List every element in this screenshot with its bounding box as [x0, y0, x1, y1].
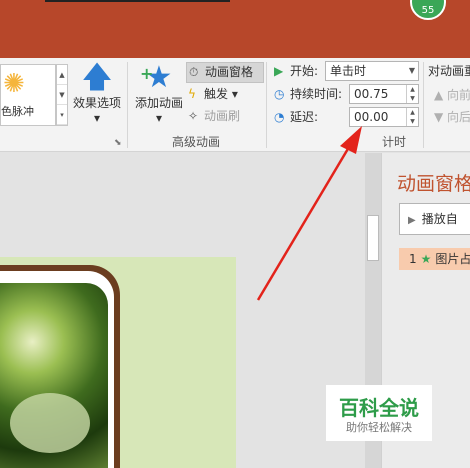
add-animation-button[interactable]: + ★ 添加动画 ▾	[132, 62, 186, 126]
ribbon: ✺ 色脉冲 ▲ ▼ ▾ 🡅 效果选项 ▾ + ★ 添加动画 ▾ ⏱ 动画窗格 ϟ触…	[0, 58, 470, 152]
picture-mat	[0, 271, 114, 468]
gallery-more-button[interactable]: ▾	[57, 105, 67, 125]
animation-name: 图片占	[435, 252, 470, 266]
slide-editor	[0, 153, 365, 468]
delay-row: ◔ 延迟:	[274, 108, 318, 128]
title-underline	[45, 0, 230, 2]
divider	[423, 62, 424, 148]
duration-row: ◷ 持续时间:	[274, 85, 342, 105]
clock-star-icon: ⏱	[189, 65, 199, 79]
start-value: 单击时	[330, 64, 367, 78]
animation-gallery[interactable]: ✺ 色脉冲	[0, 64, 56, 126]
animation-list-item[interactable]: 1 ★ 图片占	[399, 248, 470, 270]
chevron-down-icon: ▾	[93, 111, 101, 125]
effect-options-label: 效果选项	[72, 96, 121, 110]
group-label-advanced: 高级动画	[172, 135, 221, 149]
move-earlier-button[interactable]: ▲ 向前	[434, 86, 470, 103]
play-icon: ▶	[408, 215, 416, 226]
animation-painter-button[interactable]: ✧ 动画刷	[186, 107, 264, 128]
add-animation-label: 添加动画	[134, 96, 183, 110]
duration-value[interactable]: 00.75	[354, 87, 388, 101]
start-row: ▶ 开始:	[274, 62, 318, 82]
slide-canvas[interactable]	[0, 257, 236, 468]
animation-pane-button[interactable]: ⏱ 动画窗格	[186, 62, 264, 83]
animation-painter-label: 动画刷	[204, 109, 241, 123]
plus-icon: +	[140, 64, 154, 83]
play-from-button[interactable]: ▶ 播放自	[399, 203, 470, 235]
gallery-up-button[interactable]: ▲	[57, 65, 67, 85]
play-icon: ▶	[274, 64, 284, 78]
chevron-down-icon: ▾	[155, 111, 163, 125]
duration-spin-buttons[interactable]: ▲ ▼	[406, 85, 418, 103]
watermark-subtitle: 助你轻松解决	[346, 421, 412, 434]
divider	[127, 62, 128, 148]
duration-label: 持续时间:	[290, 87, 343, 101]
effect-options-button[interactable]: 🡅 效果选项 ▾	[70, 60, 124, 126]
star-burst-icon: ✺	[3, 69, 25, 99]
slide-picture[interactable]	[0, 283, 108, 468]
gallery-scrollbar[interactable]: ▲ ▼ ▾	[56, 64, 68, 126]
start-select[interactable]: 单击时 ▼	[325, 61, 419, 81]
divider	[266, 62, 267, 148]
up-arrow-icon: 🡅	[81, 60, 113, 95]
delay-spinner[interactable]: 00.00 ▲ ▼	[349, 107, 419, 127]
trigger-label: 触发	[204, 87, 229, 101]
reorder-label: 对动画重	[428, 64, 470, 78]
trigger-button[interactable]: ϟ 触发 ▾	[186, 85, 264, 106]
delay-label: 延迟:	[290, 110, 319, 124]
animation-index: 1	[409, 252, 417, 266]
play-from-label: 播放自	[421, 212, 458, 226]
chevron-down-icon[interactable]: ▼	[409, 62, 415, 80]
gallery-item-label[interactable]: 色脉冲	[1, 103, 34, 119]
avatar[interactable]: 55	[410, 0, 446, 20]
delay-clock-icon: ◔	[274, 110, 285, 124]
picture-highlight	[10, 393, 90, 453]
scrollbar-thumb[interactable]	[367, 215, 379, 261]
avatar-badge: 55	[421, 5, 435, 16]
star-icon: ★	[420, 252, 432, 266]
brush-icon: ✧	[188, 109, 199, 123]
delay-value[interactable]: 00.00	[354, 110, 388, 124]
watermark-title: 百科全说	[339, 396, 419, 420]
animation-pane-title: 动画窗格	[397, 173, 470, 195]
lightning-icon: ϟ	[188, 87, 196, 101]
gallery-down-button[interactable]: ▼	[57, 85, 67, 105]
start-label: 开始:	[290, 64, 319, 78]
move-later-button[interactable]: ▼ 向后	[434, 108, 470, 125]
duration-spinner[interactable]: 00.75 ▲ ▼	[349, 84, 419, 104]
group-label-timing: 计时	[382, 135, 407, 149]
watermark: 百科全说 助你轻松解决	[326, 385, 432, 441]
animation-pane-label: 动画窗格	[205, 65, 254, 79]
title-bar: 55	[0, 0, 470, 58]
dialog-launcher-icon[interactable]: ⬊	[114, 138, 122, 148]
clock-icon: ◷	[274, 87, 285, 101]
delay-spin-buttons[interactable]: ▲ ▼	[406, 108, 418, 126]
picture-frame	[0, 265, 120, 468]
chevron-down-icon: ▾	[231, 87, 238, 101]
